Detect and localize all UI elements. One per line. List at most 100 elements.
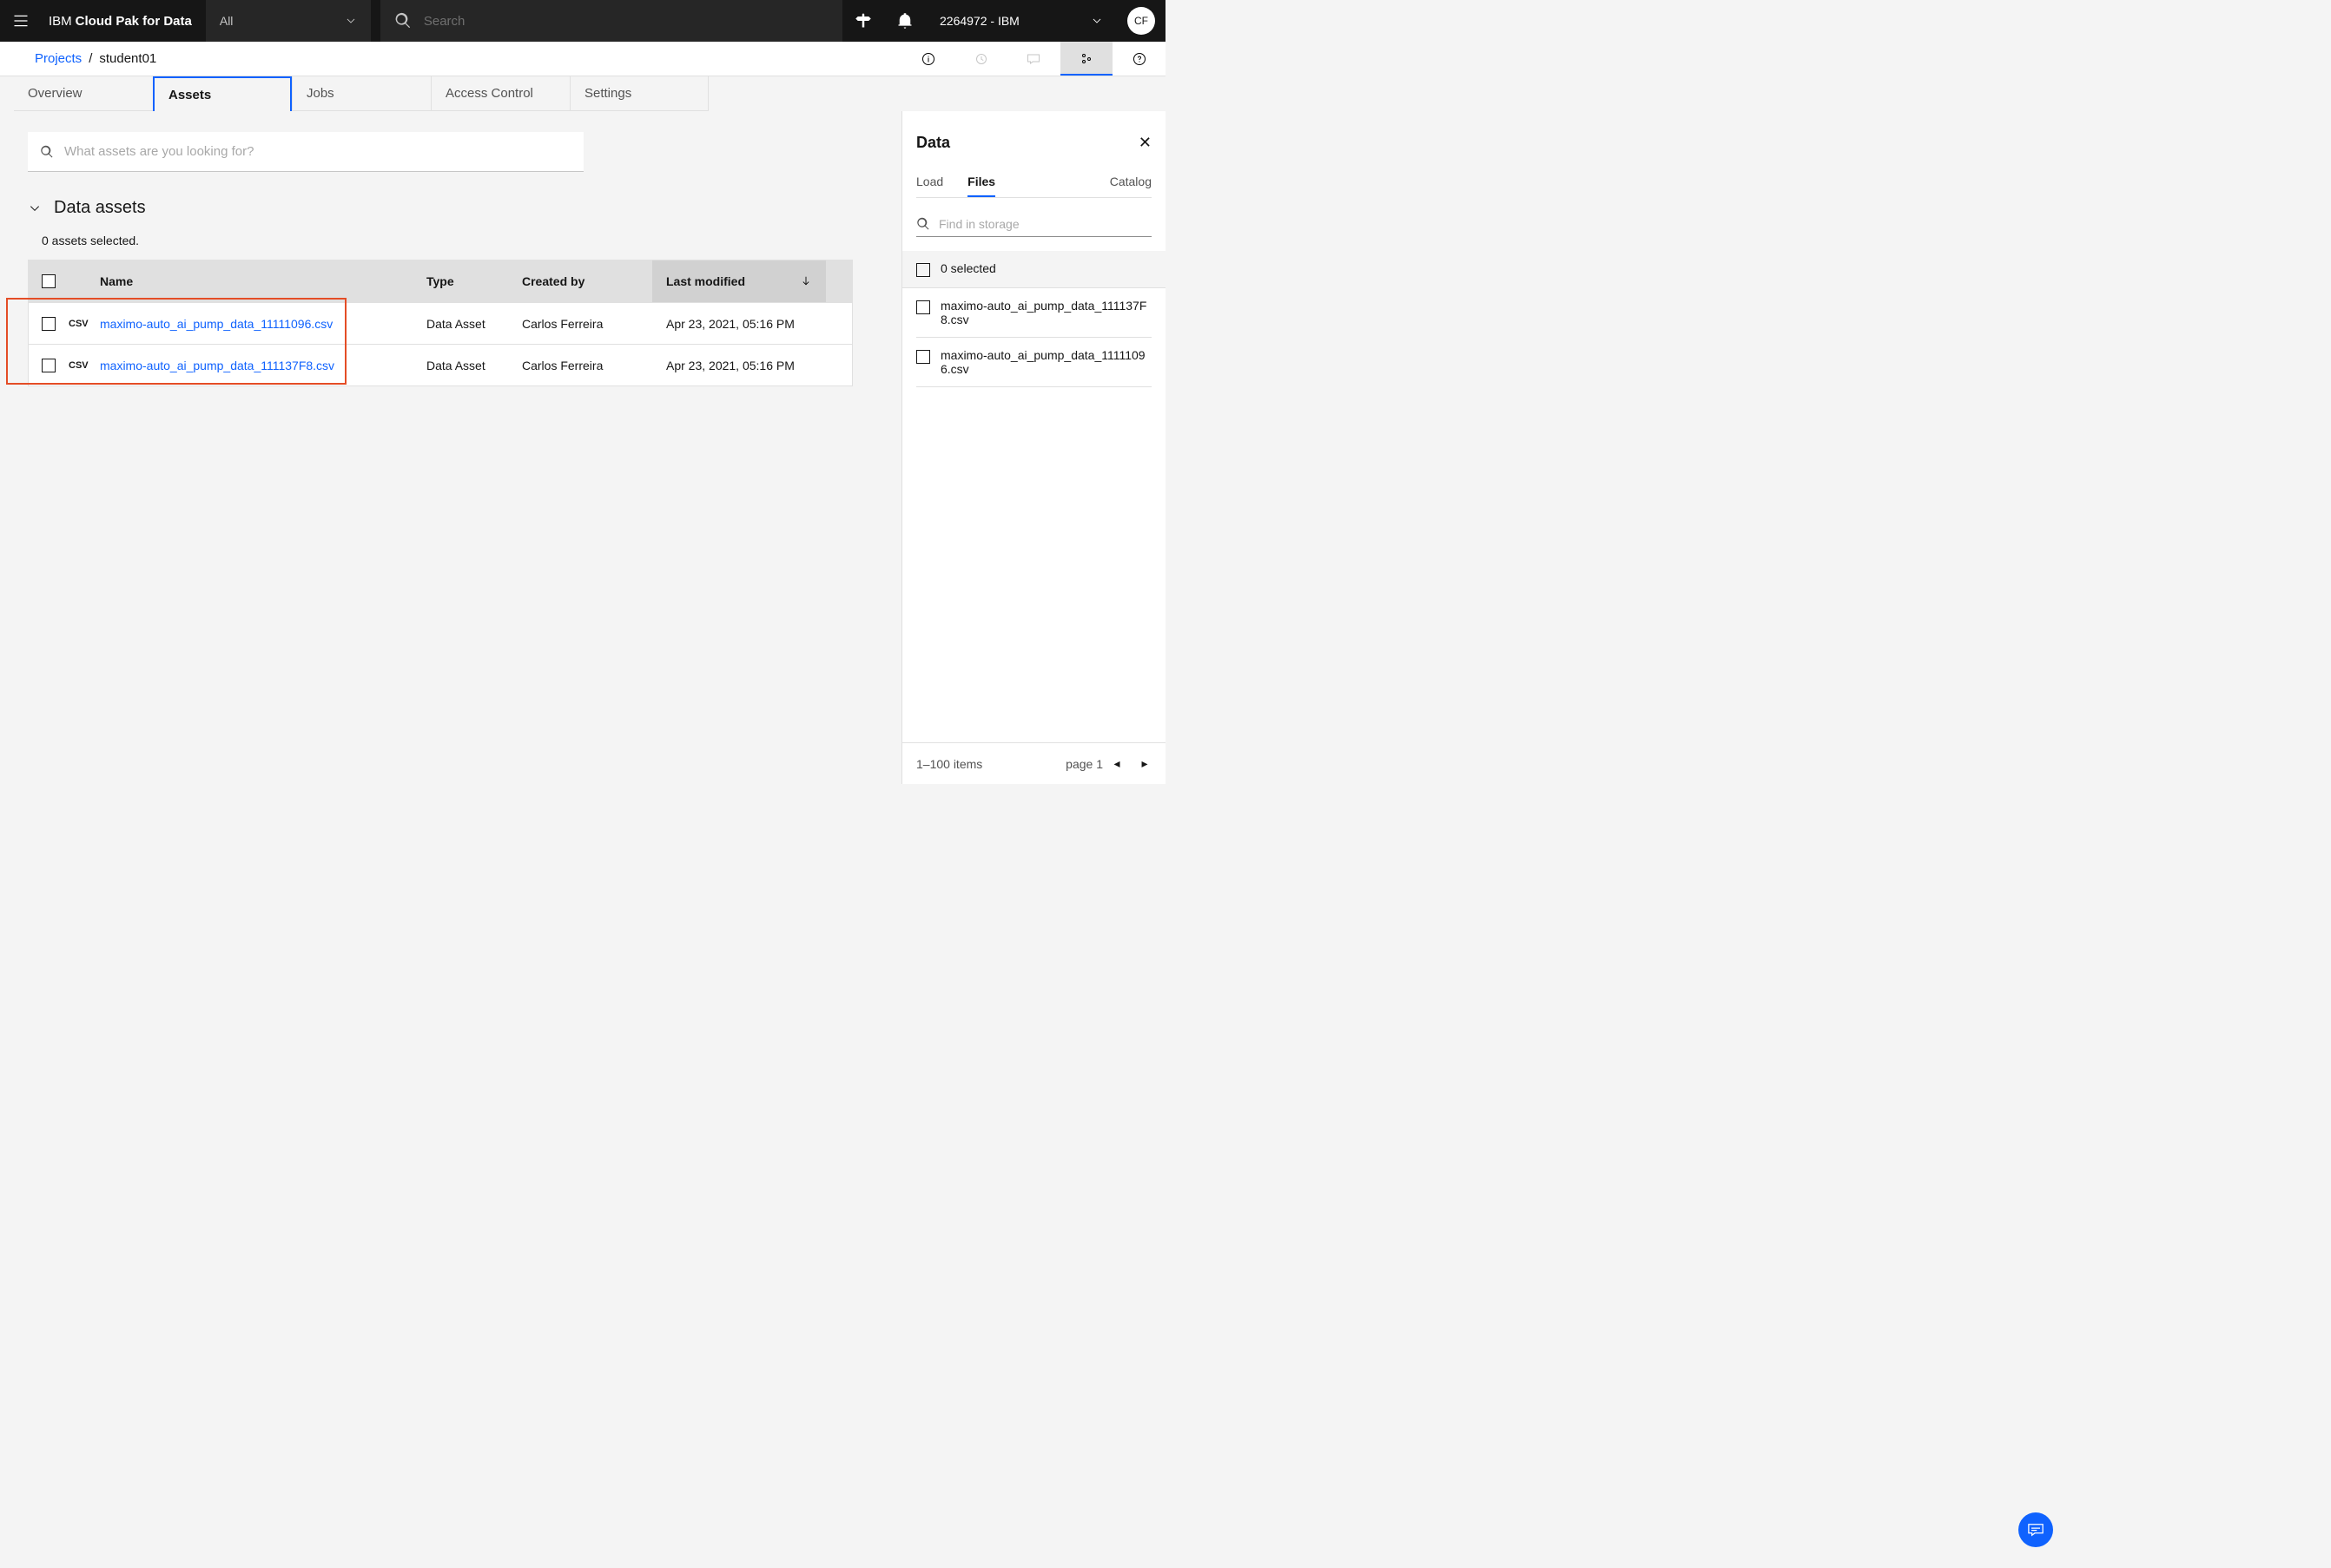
chat-icon	[2027, 1521, 2044, 1538]
asset-last-modified: Apr 23, 2021, 05:16 PM	[652, 359, 826, 372]
resource-hub-button[interactable]	[842, 0, 884, 42]
chat-fab[interactable]	[2018, 1512, 2053, 1547]
select-all-files-checkbox[interactable]	[916, 263, 930, 277]
pagination-range: 1–100 items	[916, 757, 982, 771]
asset-type: Data Asset	[426, 317, 522, 331]
main-area: Data assets 0 assets selected. Name Type…	[0, 111, 1166, 784]
global-header: IBM Cloud Pak for Data All 2264972 - IBM…	[0, 0, 1166, 42]
table-row: CSV maximo-auto_ai_pump_data_11111096.cs…	[29, 302, 852, 344]
asset-created-by: Carlos Ferreira	[522, 317, 652, 331]
assets-selected-count: 0 assets selected.	[42, 234, 901, 247]
file-checkbox[interactable]	[916, 350, 930, 364]
hamburger-icon	[12, 12, 30, 30]
user-avatar[interactable]: CF	[1127, 7, 1155, 35]
pagination: 1–100 items page 1 ◂ ▸	[902, 742, 1166, 784]
asset-name-link[interactable]: maximo-auto_ai_pump_data_11111096.csv	[100, 317, 426, 331]
scope-dropdown-label: All	[220, 14, 234, 28]
search-icon	[394, 12, 412, 30]
chat-icon	[1027, 52, 1040, 66]
data-icon	[1080, 51, 1093, 65]
column-header-created-by[interactable]: Created by	[522, 274, 652, 288]
data-assets-section-toggle[interactable]: Data assets	[28, 198, 901, 218]
hamburger-menu-button[interactable]	[0, 0, 42, 42]
panel-sub-tabs: Load Files Catalog	[916, 166, 1152, 198]
tab-access-control[interactable]: Access Control	[431, 76, 570, 111]
account-label: 2264972 - IBM	[940, 14, 1020, 28]
brand-light: IBM	[49, 14, 72, 29]
row-checkbox[interactable]	[42, 359, 56, 372]
assets-content: Data assets 0 assets selected. Name Type…	[0, 111, 901, 784]
selected-count-row: 0 selected	[902, 251, 1166, 288]
tab-overview[interactable]: Overview	[14, 76, 153, 111]
scope-dropdown[interactable]: All	[206, 0, 371, 42]
data-side-panel: Data ✕ Load Files Catalog 0 selected max…	[901, 111, 1166, 784]
panel-comments-button[interactable]	[1007, 42, 1060, 76]
search-icon	[916, 217, 930, 231]
file-name: maximo-auto_ai_pump_data_11111096.csv	[941, 348, 1152, 376]
right-panel-tabs	[902, 42, 1166, 76]
tab-settings[interactable]: Settings	[570, 76, 709, 111]
history-icon	[974, 52, 988, 66]
breadcrumb-projects-link[interactable]: Projects	[35, 51, 82, 66]
column-header-type[interactable]: Type	[426, 274, 522, 288]
account-switcher[interactable]: 2264972 - IBM	[926, 0, 1117, 42]
pagination-page: page 1	[1066, 757, 1103, 771]
panel-data-button[interactable]	[1060, 42, 1113, 76]
tab-jobs[interactable]: Jobs	[292, 76, 431, 111]
asset-type: Data Asset	[426, 359, 522, 372]
close-panel-button[interactable]: ✕	[1139, 134, 1152, 152]
tab-assets[interactable]: Assets	[153, 76, 292, 111]
global-search[interactable]	[380, 0, 842, 42]
next-page-button[interactable]: ▸	[1131, 750, 1159, 778]
breadcrumb: Projects / student01	[35, 42, 156, 76]
prev-page-button[interactable]: ◂	[1103, 750, 1131, 778]
header-icons	[842, 0, 926, 42]
panel-history-button[interactable]	[955, 42, 1008, 76]
arrow-down-icon	[800, 275, 812, 287]
breadcrumb-project-name: student01	[99, 51, 156, 66]
chevron-down-icon	[1091, 15, 1103, 27]
file-type-badge: CSV	[69, 360, 100, 371]
select-all-checkbox[interactable]	[42, 274, 56, 288]
storage-search-input[interactable]	[939, 217, 1152, 231]
project-tabs: Overview Assets Jobs Access Control Sett…	[0, 76, 1166, 111]
table-row: CSV maximo-auto_ai_pump_data_111137F8.cs…	[29, 344, 852, 385]
storage-file-row[interactable]: maximo-auto_ai_pump_data_111137F8.csv	[916, 288, 1152, 338]
assets-search-bar[interactable]	[28, 132, 584, 172]
asset-last-modified: Apr 23, 2021, 05:16 PM	[652, 317, 826, 331]
chevron-down-icon	[28, 201, 42, 215]
panel-title: Data	[916, 134, 950, 152]
assets-table-header: Name Type Created by Last modified	[29, 260, 852, 302]
asset-name-link[interactable]: maximo-auto_ai_pump_data_111137F8.csv	[100, 359, 426, 372]
info-icon	[921, 52, 935, 66]
asset-created-by: Carlos Ferreira	[522, 359, 652, 372]
storage-file-row[interactable]: maximo-auto_ai_pump_data_11111096.csv	[916, 338, 1152, 387]
panel-tab-load[interactable]: Load	[916, 166, 943, 197]
brand-bold: Cloud Pak for Data	[76, 14, 192, 29]
assets-search-input[interactable]	[64, 144, 571, 159]
storage-search[interactable]	[916, 212, 1152, 237]
bell-icon	[896, 12, 914, 30]
panel-tab-files[interactable]: Files	[967, 166, 995, 197]
search-icon	[40, 145, 54, 159]
file-checkbox[interactable]	[916, 300, 930, 314]
notifications-button[interactable]	[884, 0, 926, 42]
column-header-name[interactable]: Name	[100, 274, 426, 288]
panel-tab-catalog[interactable]: Catalog	[1110, 166, 1152, 197]
file-type-badge: CSV	[69, 319, 100, 329]
assets-table: Name Type Created by Last modified CSV m…	[28, 260, 853, 386]
data-assets-title: Data assets	[54, 198, 146, 218]
panel-info-button[interactable]	[902, 42, 955, 76]
global-search-input[interactable]	[424, 14, 829, 29]
breadcrumb-separator: /	[89, 51, 92, 66]
help-icon	[1132, 52, 1146, 66]
product-brand: IBM Cloud Pak for Data	[42, 0, 206, 42]
panel-header: Data ✕	[902, 111, 1166, 162]
row-checkbox[interactable]	[42, 317, 56, 331]
chevron-down-icon	[345, 15, 357, 27]
signpost-icon	[855, 12, 872, 30]
selected-files-text: 0 selected	[941, 261, 996, 275]
column-header-last-modified[interactable]: Last modified	[652, 260, 826, 302]
file-name: maximo-auto_ai_pump_data_111137F8.csv	[941, 299, 1152, 326]
panel-help-button[interactable]	[1113, 42, 1166, 76]
